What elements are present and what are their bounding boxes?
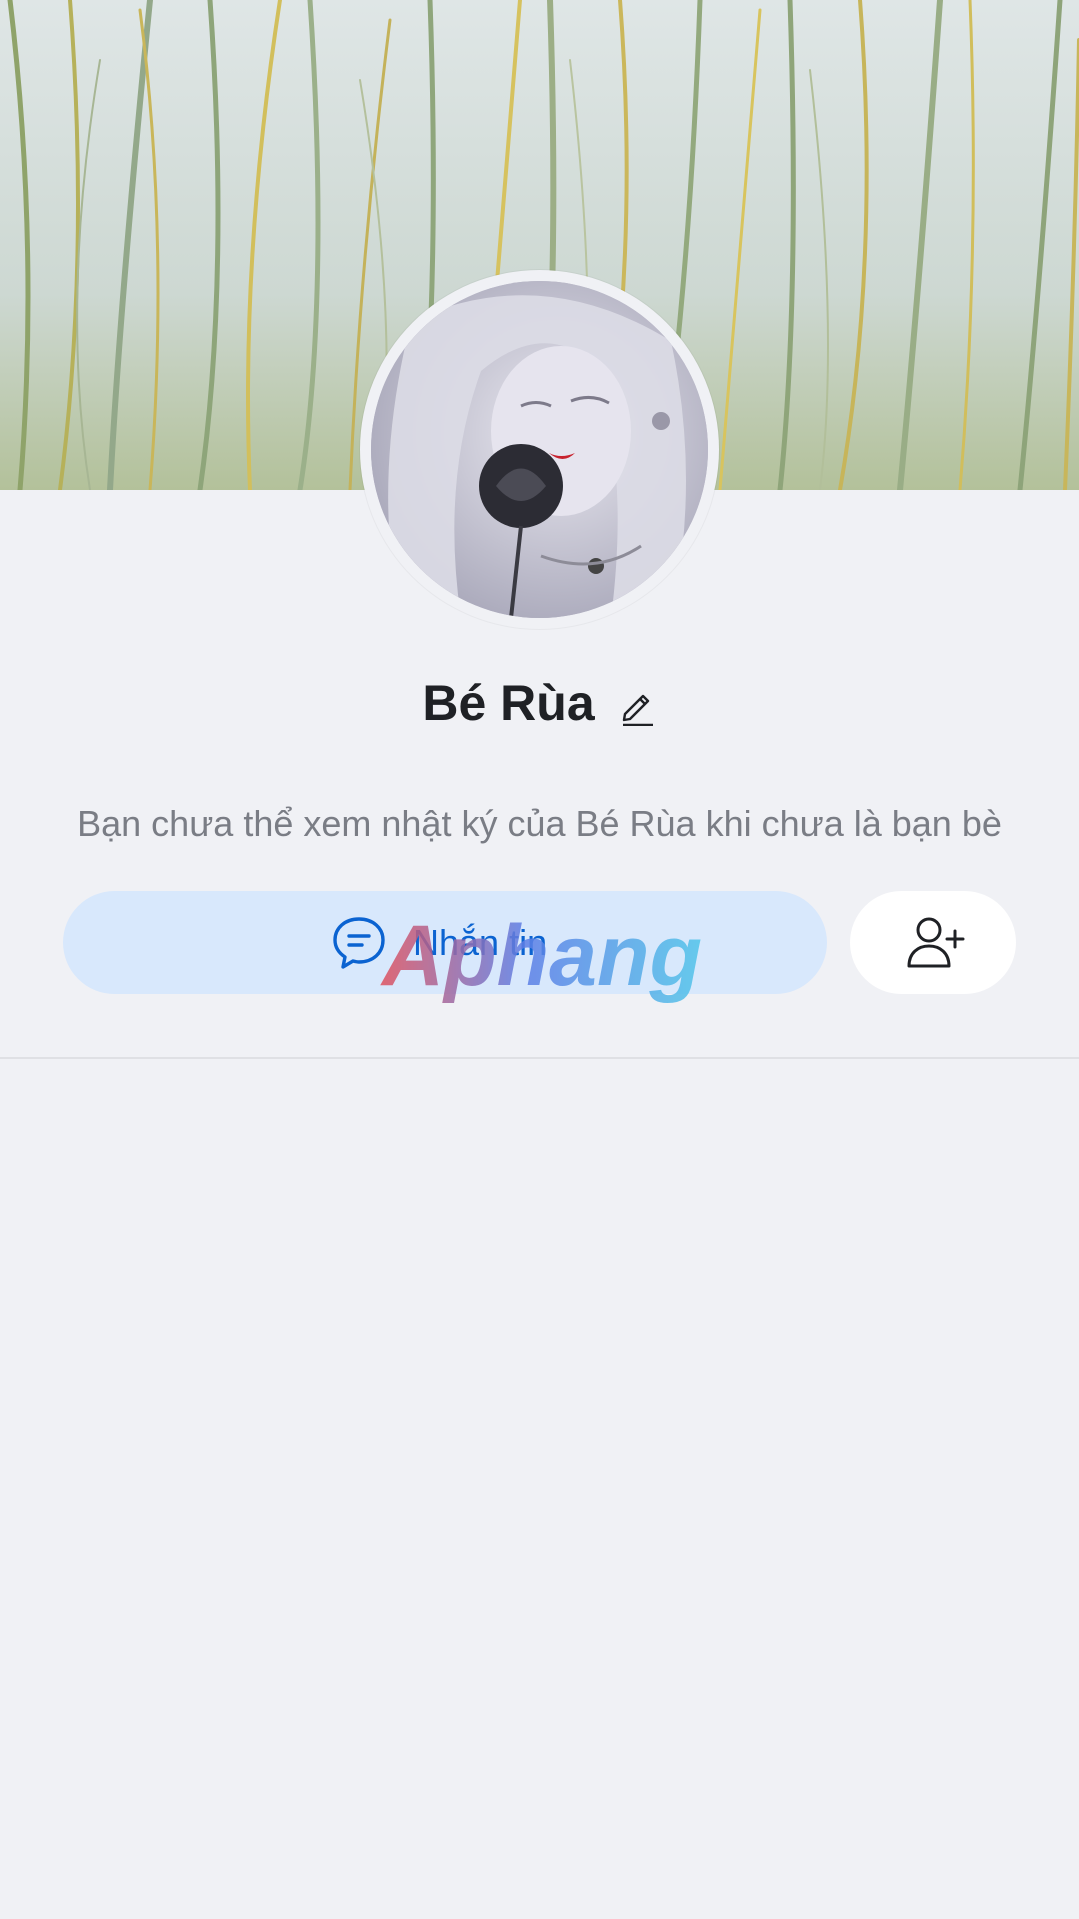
pencil-icon[interactable] xyxy=(617,686,657,727)
chat-bubble-icon xyxy=(331,915,387,971)
profile-name: Bé Rùa xyxy=(422,675,595,731)
message-button[interactable]: Nhắn tin xyxy=(63,891,827,994)
avatar[interactable] xyxy=(371,281,708,618)
name-row: Bé Rùa xyxy=(0,668,1079,738)
add-user-icon xyxy=(905,913,965,973)
privacy-notice: Bạn chưa thể xem nhật ký của Bé Rùa khi … xyxy=(77,803,1002,844)
avatar-image xyxy=(371,281,708,618)
message-button-label: Nhắn tin xyxy=(413,922,548,963)
add-friend-button[interactable] xyxy=(850,891,1016,994)
section-divider xyxy=(0,1057,1079,1059)
